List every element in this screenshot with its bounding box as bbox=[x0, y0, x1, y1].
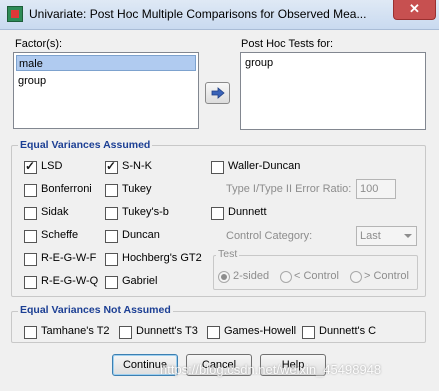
error-ratio-label: Type I/Type II Error Ratio: bbox=[226, 183, 352, 195]
title-bar: Univariate: Post Hoc Multiple Comparison… bbox=[0, 0, 439, 30]
equal-variances-assumed-title: Equal Variances Assumed bbox=[18, 139, 153, 151]
move-right-button[interactable] bbox=[205, 82, 230, 104]
tamhane-checkbox[interactable] bbox=[24, 326, 37, 339]
bonferroni-label: Bonferroni bbox=[41, 183, 92, 195]
greater-control-label: > Control bbox=[364, 270, 409, 282]
regwf-checkbox[interactable] bbox=[24, 253, 37, 266]
equal-variances-not-assumed-title: Equal Variances Not Assumed bbox=[18, 304, 173, 316]
snk-label: S-N-K bbox=[122, 160, 152, 172]
dunnetts-c-checkbox[interactable] bbox=[302, 326, 315, 339]
scheffe-label: Scheffe bbox=[41, 229, 79, 241]
waller-duncan-label: Waller-Duncan bbox=[228, 160, 301, 172]
post-hoc-label: Post Hoc Tests for: bbox=[241, 38, 334, 50]
lsd-checkbox[interactable] bbox=[24, 159, 37, 174]
gabriel-label: Gabriel bbox=[122, 275, 158, 287]
arrow-right-icon bbox=[211, 87, 225, 99]
hochberg-checkbox[interactable] bbox=[105, 253, 118, 266]
greater-control-radio[interactable] bbox=[350, 271, 362, 283]
post-hoc-item-group[interactable]: group bbox=[243, 55, 423, 71]
test-group-title: Test bbox=[216, 248, 240, 260]
sidak-label: Sidak bbox=[41, 206, 69, 218]
tukeys-b-label: Tukey's-b bbox=[122, 206, 169, 218]
two-sided-radio[interactable] bbox=[218, 271, 230, 283]
gabriel-checkbox[interactable] bbox=[105, 276, 118, 289]
tukeys-b-checkbox[interactable] bbox=[105, 207, 118, 220]
waller-duncan-checkbox[interactable] bbox=[211, 161, 224, 174]
dunnetts-c-label: Dunnett's C bbox=[319, 325, 377, 337]
dunnetts-t3-label: Dunnett's T3 bbox=[136, 325, 198, 337]
factor-item-male[interactable]: male bbox=[16, 55, 196, 71]
post-hoc-listbox[interactable]: group bbox=[240, 52, 426, 130]
window-title: Univariate: Post Hoc Multiple Comparison… bbox=[29, 7, 367, 21]
factor-item-group[interactable]: group bbox=[16, 73, 196, 89]
duncan-checkbox[interactable] bbox=[105, 230, 118, 243]
less-control-label: < Control bbox=[294, 270, 339, 282]
tukey-checkbox[interactable] bbox=[105, 184, 118, 197]
close-button[interactable]: ✕ bbox=[393, 0, 436, 20]
dunnett-checkbox[interactable] bbox=[211, 207, 224, 220]
regwq-label: R-E-G-W-Q bbox=[41, 275, 99, 287]
factors-listbox[interactable]: male group bbox=[13, 52, 199, 129]
games-howell-label: Games-Howell bbox=[224, 325, 297, 337]
control-category-select[interactable]: Last bbox=[356, 226, 417, 246]
dunnett-label: Dunnett bbox=[228, 206, 267, 218]
two-sided-label: 2-sided bbox=[233, 270, 270, 282]
tukey-label: Tukey bbox=[122, 183, 152, 195]
hochberg-label: Hochberg's GT2 bbox=[122, 252, 202, 264]
error-ratio-input[interactable]: 100 bbox=[356, 179, 396, 199]
scheffe-checkbox[interactable] bbox=[24, 230, 37, 243]
chevron-down-icon bbox=[404, 234, 412, 238]
factors-label: Factor(s): bbox=[15, 38, 63, 50]
regwf-label: R-E-G-W-F bbox=[41, 252, 97, 264]
less-control-radio[interactable] bbox=[280, 271, 292, 283]
bonferroni-checkbox[interactable] bbox=[24, 184, 37, 197]
lsd-label: LSD bbox=[41, 160, 63, 172]
spss-app-icon bbox=[7, 6, 23, 22]
duncan-label: Duncan bbox=[122, 229, 160, 241]
watermark-text: https://blog.csdn.net/weixin_45498948 bbox=[160, 362, 382, 377]
control-category-label: Control Category: bbox=[226, 230, 313, 242]
snk-checkbox[interactable] bbox=[105, 159, 118, 174]
control-category-value: Last bbox=[360, 230, 381, 242]
regwq-checkbox[interactable] bbox=[24, 276, 37, 289]
tamhane-label: Tamhane's T2 bbox=[41, 325, 110, 337]
dunnetts-t3-checkbox[interactable] bbox=[119, 326, 132, 339]
sidak-checkbox[interactable] bbox=[24, 207, 37, 220]
games-howell-checkbox[interactable] bbox=[207, 326, 220, 339]
